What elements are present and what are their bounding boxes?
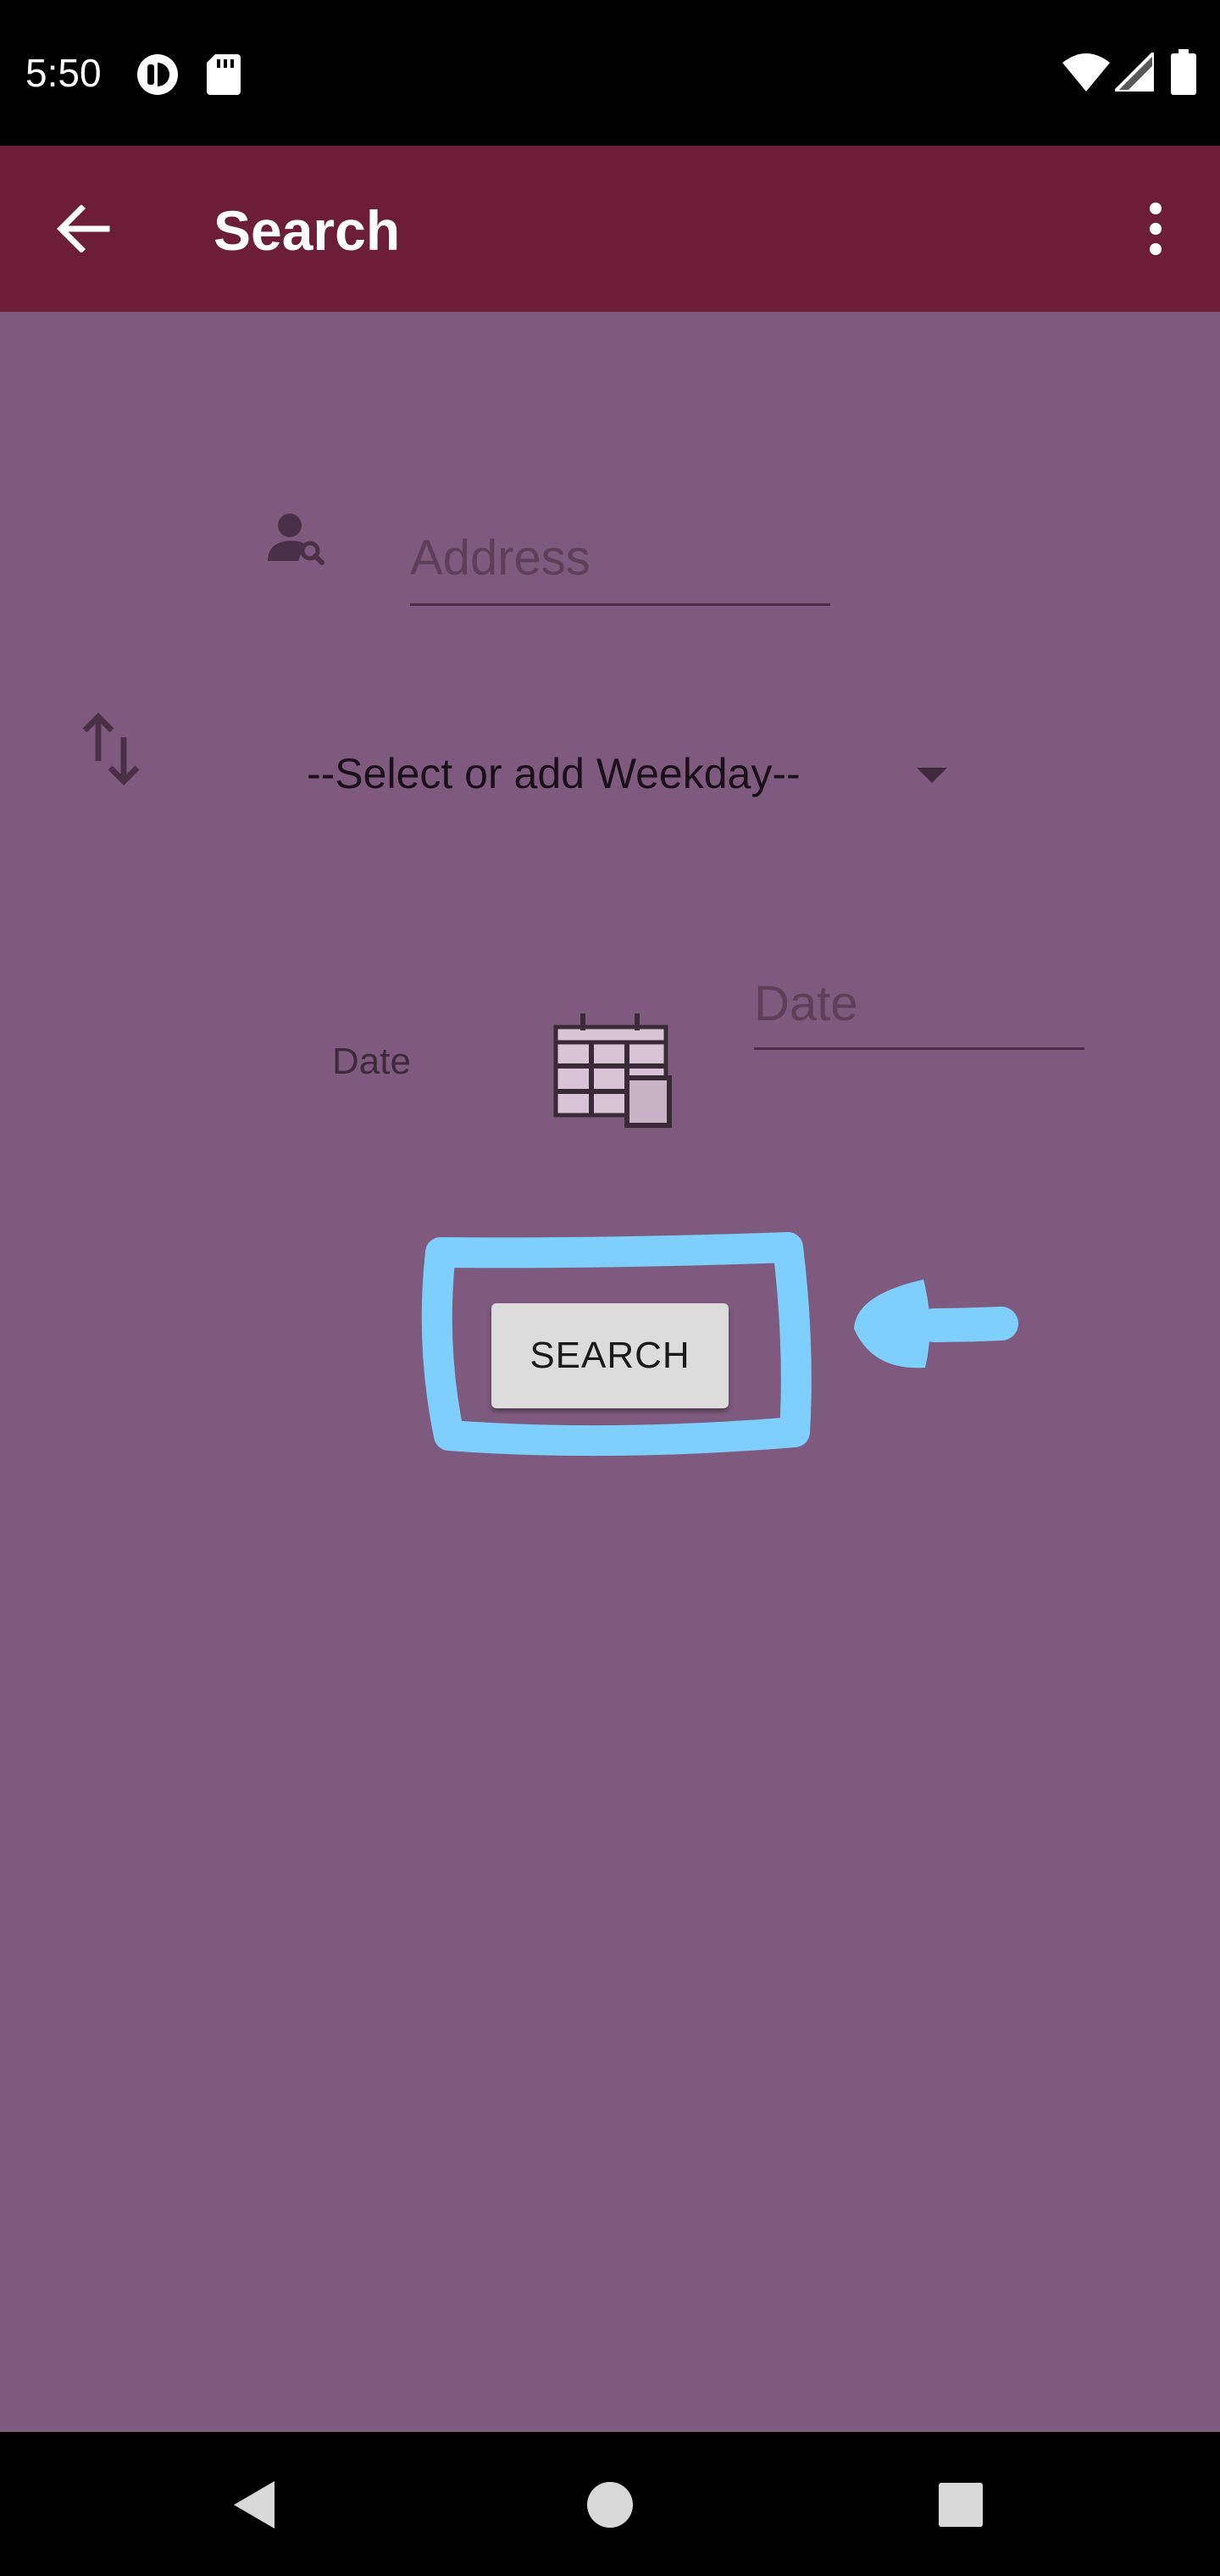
person-search-icon xyxy=(268,514,324,565)
battery-icon xyxy=(1171,49,1196,95)
search-button[interactable]: SEARCH xyxy=(491,1303,729,1408)
page-title: Search xyxy=(214,199,401,262)
weekday-selected-value: --Select or add Weekday-- xyxy=(307,750,801,797)
address-field xyxy=(410,515,830,606)
recents-square-icon xyxy=(939,2483,983,2527)
date-label: Date xyxy=(332,1041,411,1082)
navigation-bar xyxy=(0,2432,1220,2576)
wifi-icon xyxy=(1062,53,1110,92)
status-time: 5:50 xyxy=(25,51,102,95)
status-bar: 5:50 xyxy=(0,0,1220,146)
arrow-back-icon xyxy=(57,205,110,253)
nav-back-button[interactable] xyxy=(214,2464,295,2545)
weekday-dropdown[interactable]: --Select or add Weekday-- xyxy=(298,736,959,812)
circle-app-icon xyxy=(137,54,178,95)
nav-recents-button[interactable] xyxy=(920,2464,1001,2545)
back-button[interactable] xyxy=(44,190,122,268)
date-field xyxy=(754,963,1084,1050)
address-input[interactable] xyxy=(410,515,830,600)
date-input[interactable] xyxy=(754,963,1084,1044)
more-vert-icon xyxy=(1150,203,1162,255)
back-triangle-icon xyxy=(234,2481,274,2529)
search-form: --Select or add Weekday-- Date SEARCH xyxy=(0,312,1220,2432)
app-bar: Search xyxy=(0,146,1220,312)
overflow-menu-button[interactable] xyxy=(1132,190,1179,268)
calendar-icon[interactable] xyxy=(549,1012,674,1130)
sd-card-icon xyxy=(207,54,241,95)
home-circle-icon xyxy=(587,2482,633,2528)
dropdown-arrow-icon xyxy=(917,768,947,783)
nav-home-button[interactable] xyxy=(569,2464,651,2545)
signal-icon xyxy=(1115,53,1154,92)
swap-vert-icon xyxy=(82,713,140,786)
screen: 5:50 Search Address --Select or add Week… xyxy=(0,0,1220,2576)
